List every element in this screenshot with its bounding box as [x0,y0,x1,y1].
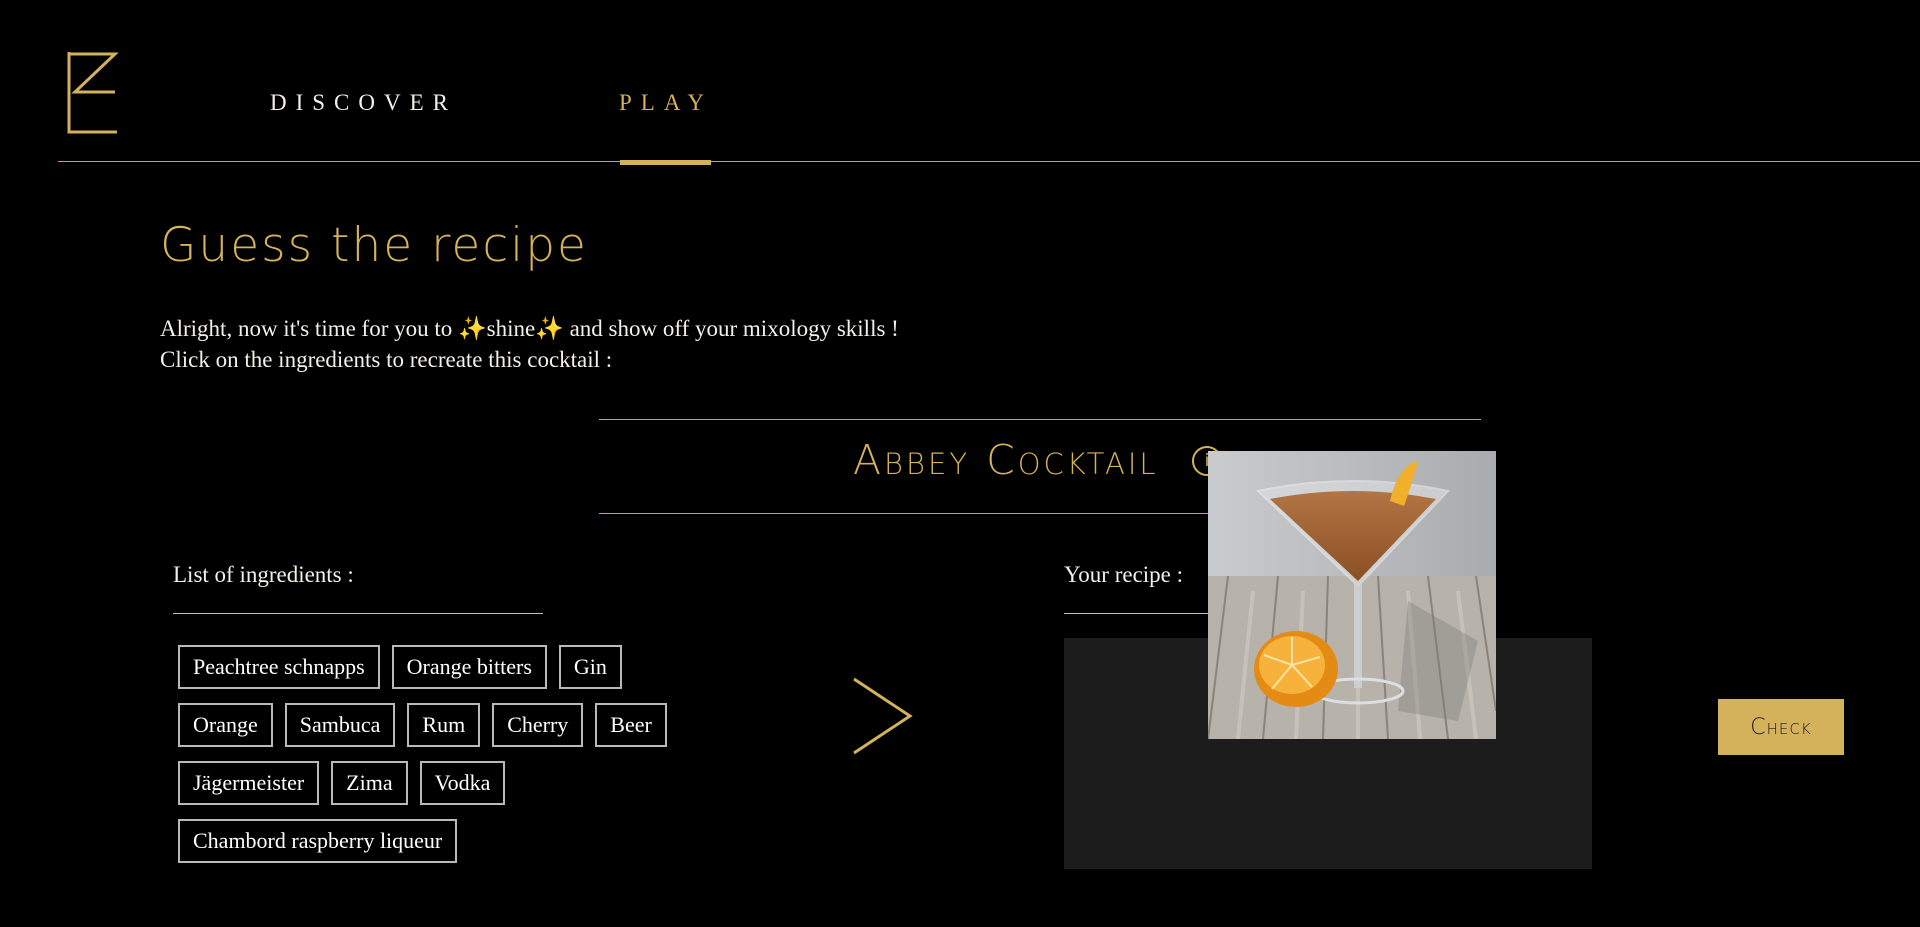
ingredient-chip-beer[interactable]: Beer [595,703,667,747]
intro-line-2: Click on the ingredients to recreate thi… [160,347,613,372]
ingredient-chip-orange-bitters[interactable]: Orange bitters [391,645,547,689]
active-tab-indicator [620,160,711,165]
ingredient-row: Jägermeister Zima Vodka [178,761,506,805]
nav-discover-link[interactable]: DISCOVER [270,90,457,116]
ingredients-label: List of ingredients : [173,562,354,587]
ingredient-chip-jagermeister[interactable]: Jägermeister [178,761,320,805]
intro-text: Alright, now it's time for you to ✨shine… [160,313,899,375]
ingredient-chip-orange[interactable]: Orange [178,703,273,747]
ingredient-row: Chambord raspberry liqueur [178,819,458,863]
cocktail-name: Abbey Cocktail [853,436,1159,484]
chevron-right-icon[interactable] [852,677,914,755]
recipe-label: Your recipe : [1064,562,1184,587]
header-divider [58,161,1920,162]
ingredient-chip-vodka[interactable]: Vodka [419,761,506,805]
ingredient-row: Orange Sambuca Rum Cherry Beer [178,703,667,747]
ingredients-divider [173,613,543,614]
ingredient-chip-gin[interactable]: Gin [558,645,622,689]
check-button[interactable]: Check [1718,699,1844,755]
ingredient-chip-chambord-raspberry-liqueur[interactable]: Chambord raspberry liqueur [178,819,458,863]
recipe-divider [1064,613,1212,614]
cocktail-photo [1208,451,1496,739]
top-navigation: DISCOVER PLAY [0,0,1920,165]
ingredient-chip-sambuca[interactable]: Sambuca [284,703,396,747]
ingredient-chip-peachtree-schnapps[interactable]: Peachtree schnapps [178,645,380,689]
ez-logo-icon[interactable] [67,52,119,134]
ingredient-row: Peachtree schnapps Orange bitters Gin [178,645,622,689]
ingredient-chip-zima[interactable]: Zima [331,761,408,805]
nav-play-link[interactable]: PLAY [619,90,713,116]
intro-line-1: Alright, now it's time for you to ✨shine… [160,316,899,341]
cocktail-band-top-line [599,419,1481,420]
ingredient-chip-rum[interactable]: Rum [407,703,481,747]
ingredient-chip-cherry[interactable]: Cherry [492,703,584,747]
page-title: Guess the recipe [160,218,588,273]
